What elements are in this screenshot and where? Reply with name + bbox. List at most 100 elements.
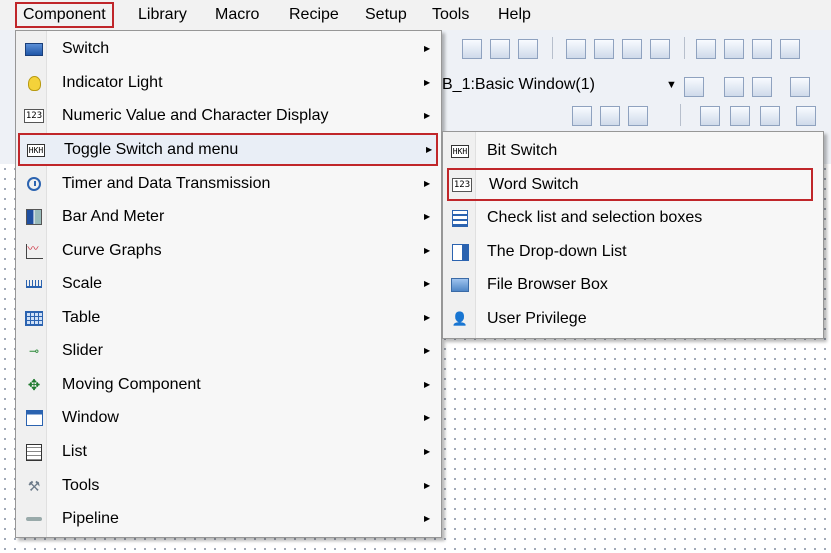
toolbar-button-icon[interactable] — [730, 106, 750, 126]
menu-item-indicator-light[interactable]: Indicator Light ▶ — [16, 66, 441, 99]
menu-item-timer[interactable]: Timer and Data Transmission ▶ — [16, 167, 441, 200]
menu-macro[interactable]: Macro — [209, 4, 265, 26]
toolbar-button-icon[interactable] — [566, 39, 586, 59]
submenu-arrow-icon: ▶ — [424, 279, 431, 288]
menu-item-label: Numeric Value and Character Display — [62, 107, 329, 124]
menu-item-label: Bar And Meter — [62, 208, 165, 225]
toolbar-button-icon[interactable] — [628, 106, 648, 126]
submenu-item-label: The Drop-down List — [487, 243, 627, 260]
menu-item-curve-graphs[interactable]: Curve Graphs ▶ — [16, 234, 441, 267]
menu-item-label: Slider — [62, 342, 103, 359]
toolbar-button-icon[interactable] — [780, 39, 800, 59]
submenu-item-label: File Browser Box — [487, 276, 608, 293]
toolbar-button-icon[interactable] — [752, 39, 772, 59]
submenu-arrow-icon: ▶ — [424, 179, 431, 188]
menu-library[interactable]: Library — [132, 4, 193, 26]
toolbar-button-icon[interactable] — [724, 77, 744, 97]
submenu-item-bit-switch[interactable]: HKH Bit Switch — [443, 134, 823, 167]
toolbar-button-icon[interactable] — [696, 39, 716, 59]
toolbar-button-icon[interactable] — [752, 77, 772, 97]
menu-item-slider[interactable]: ⊸ Slider ▶ — [16, 334, 441, 367]
menu-item-label: Toggle Switch and menu — [64, 141, 239, 158]
window-selector-value: B_1:Basic Window(1) — [442, 76, 595, 93]
chevron-down-icon[interactable]: ▼ — [666, 73, 677, 97]
scale-icon — [25, 275, 43, 293]
toolbar-separator — [684, 37, 685, 59]
menu-setup[interactable]: Setup — [359, 4, 413, 26]
pipeline-icon — [25, 510, 43, 528]
list-icon — [25, 443, 43, 461]
menu-item-scale[interactable]: Scale ▶ — [16, 267, 441, 300]
submenu-arrow-icon: ▶ — [424, 346, 431, 355]
toolbar-button-icon[interactable] — [700, 106, 720, 126]
menu-recipe[interactable]: Recipe — [283, 4, 345, 26]
menu-item-window[interactable]: Window ▶ — [16, 401, 441, 434]
menu-help[interactable]: Help — [492, 4, 537, 26]
bulb-icon — [25, 74, 43, 92]
switch-icon — [25, 40, 43, 58]
tools-icon: ⚒ — [27, 477, 41, 494]
submenu-arrow-icon: ▶ — [424, 246, 431, 255]
menu-item-bar-meter[interactable]: Bar And Meter ▶ — [16, 200, 441, 233]
bar-meter-icon — [25, 208, 43, 226]
toolbar-button-icon[interactable] — [650, 39, 670, 59]
submenu-item-label: Bit Switch — [487, 142, 558, 159]
user-privilege-icon: 👤 — [451, 311, 469, 326]
menu-item-moving-component[interactable]: ✥ Moving Component ▶ — [16, 368, 441, 401]
menu-item-tools[interactable]: ⚒ Tools ▶ — [16, 469, 441, 502]
submenu-arrow-icon: ▶ — [424, 78, 431, 87]
submenu-arrow-icon: ▶ — [424, 380, 431, 389]
toolbar-button-icon[interactable] — [796, 106, 816, 126]
menu-item-label: List — [62, 443, 87, 460]
menu-item-label: Tools — [62, 477, 100, 494]
submenu-item-word-switch[interactable]: 123 Word Switch — [447, 168, 813, 201]
toolbar-button-icon[interactable] — [724, 39, 744, 59]
component-menu: Switch ▶ Indicator Light ▶ 123 Numeric V… — [15, 30, 442, 538]
table-icon — [25, 309, 43, 327]
menu-item-numeric-display[interactable]: 123 Numeric Value and Character Display … — [16, 99, 441, 132]
submenu-arrow-icon: ▶ — [426, 145, 433, 154]
toolbar-button-icon[interactable] — [684, 77, 704, 97]
submenu-item-user-privilege[interactable]: 👤 User Privilege — [443, 302, 823, 335]
toolbar-button-icon[interactable] — [572, 106, 592, 126]
menu-item-switch[interactable]: Switch ▶ — [16, 32, 441, 65]
toolbar-button-icon[interactable] — [760, 106, 780, 126]
menu-item-pipeline[interactable]: Pipeline ▶ — [16, 502, 441, 535]
toolbar-button-icon[interactable] — [790, 77, 810, 97]
submenu-arrow-icon: ▶ — [424, 413, 431, 422]
toolbar-button-icon[interactable] — [600, 106, 620, 126]
menu-tools[interactable]: Tools — [426, 4, 475, 26]
submenu-item-file-browser[interactable]: File Browser Box — [443, 268, 823, 301]
menu-item-label: Pipeline — [62, 510, 119, 527]
move-icon: ✥ — [27, 377, 41, 394]
menu-item-label: Timer and Data Transmission — [62, 175, 271, 192]
menu-component[interactable]: Component — [15, 2, 114, 28]
menu-item-label: Table — [62, 309, 101, 326]
menu-item-list[interactable]: List ▶ — [16, 435, 441, 468]
menu-bar: Component Library Macro Recipe Setup Too… — [0, 0, 831, 30]
menu-item-label: Moving Component — [62, 376, 201, 393]
menu-item-label: Switch — [62, 40, 110, 57]
menu-item-table[interactable]: Table ▶ — [16, 301, 441, 334]
submenu-arrow-icon: ▶ — [424, 514, 431, 523]
check-list-icon — [451, 209, 469, 227]
toolbar-separator — [552, 37, 553, 59]
menu-item-label: Curve Graphs — [62, 242, 162, 259]
curve-graph-icon — [25, 240, 43, 260]
submenu-item-dropdown-list[interactable]: The Drop-down List — [443, 235, 823, 268]
menu-item-toggle-switch[interactable]: HKH Toggle Switch and menu ▶ — [18, 133, 438, 166]
slider-icon: ⊸ — [28, 344, 40, 358]
submenu-arrow-icon: ▶ — [424, 313, 431, 322]
toggle-switch-icon: HKH — [26, 143, 46, 157]
submenu-arrow-icon: ▶ — [424, 44, 431, 53]
toolbar-button-icon[interactable] — [490, 39, 510, 59]
toolbar-button-icon[interactable] — [462, 39, 482, 59]
submenu-item-label: Check list and selection boxes — [487, 209, 703, 226]
window-selector[interactable]: B_1:Basic Window(1) ▼ — [442, 73, 677, 97]
toolbar-button-icon[interactable] — [518, 39, 538, 59]
toolbar-button-icon[interactable] — [622, 39, 642, 59]
toolbar-button-icon[interactable] — [594, 39, 614, 59]
submenu-item-check-list[interactable]: Check list and selection boxes — [443, 201, 823, 234]
submenu-item-label: User Privilege — [487, 310, 587, 327]
submenu-arrow-icon: ▶ — [424, 447, 431, 456]
